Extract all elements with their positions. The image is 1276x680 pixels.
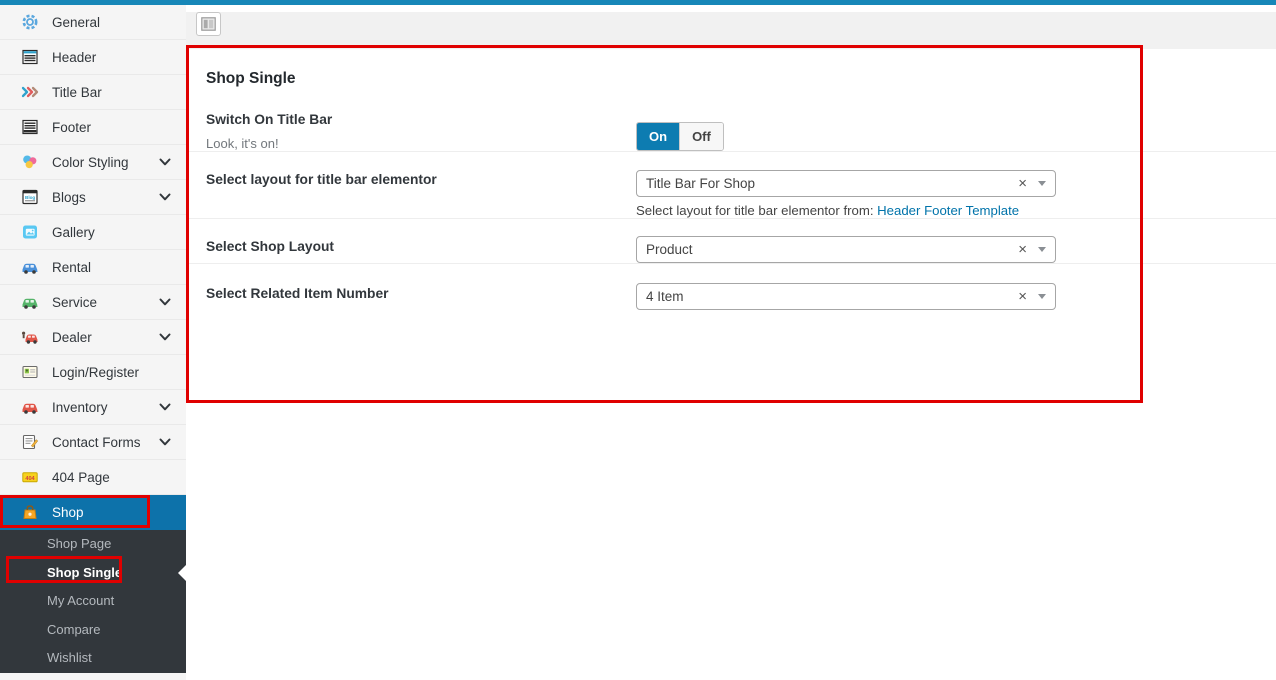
chevron-down-icon: [159, 193, 171, 201]
404-sign-icon: 404: [19, 467, 40, 487]
title-bar-chevrons-icon: [19, 82, 40, 102]
dropdown-caret-icon[interactable]: [1038, 181, 1046, 186]
submenu-item-my-account[interactable]: My Account: [0, 587, 186, 616]
color-palette-icon: [19, 152, 40, 172]
field-label: Switch On Title Bar: [206, 112, 636, 127]
field-row-related-item-number: Select Related Item Number 4 Item ×: [186, 264, 1276, 310]
sidebar-item-color-styling[interactable]: Color Styling: [0, 145, 186, 180]
inventory-car-icon: [19, 397, 40, 417]
field-description: Look, it's on!: [206, 136, 636, 151]
submenu-item-shop-page[interactable]: Shop Page: [0, 530, 186, 559]
chevron-down-icon: [159, 333, 171, 341]
settings-panel: Shop Single Switch On Title Bar Look, it…: [186, 5, 1276, 680]
panel-toggle-icon: [201, 17, 216, 31]
shopping-bag-icon: [19, 502, 40, 522]
field-label: Select Shop Layout: [206, 239, 636, 254]
sidebar-item-label: Dealer: [52, 330, 92, 345]
footer-layout-icon: [19, 117, 40, 137]
help-prefix: Select layout for title bar elementor fr…: [636, 203, 877, 218]
sidebar-item-rental[interactable]: Rental: [0, 250, 186, 285]
title-bar-layout-select[interactable]: Title Bar For Shop ×: [636, 170, 1056, 197]
chevron-down-icon: [159, 438, 171, 446]
dealer-car-icon: [19, 327, 40, 347]
sidebar-item-gallery[interactable]: Gallery: [0, 215, 186, 250]
toggle-off-button[interactable]: Off: [679, 123, 723, 150]
sidebar-item-label: Color Styling: [52, 155, 129, 170]
sidebar-item-label: Title Bar: [52, 85, 102, 100]
sidebar-item-404-page[interactable]: 404 404 Page: [0, 460, 186, 495]
title-bar-toggle: On Off: [636, 122, 724, 151]
options-sidebar: General Header Title Bar Footer Color St…: [0, 5, 186, 680]
sidebar-item-inventory[interactable]: Inventory: [0, 390, 186, 425]
svg-text:Blog: Blog: [25, 195, 35, 200]
sidebar-item-header[interactable]: Header: [0, 40, 186, 75]
field-row-shop-layout: Select Shop Layout Product ×: [186, 219, 1276, 264]
sidebar-item-general[interactable]: General: [0, 5, 186, 40]
field-help-text: Select layout for title bar elementor fr…: [636, 203, 1276, 218]
toggle-on-button[interactable]: On: [637, 123, 679, 150]
sidebar-item-shop[interactable]: Shop: [0, 495, 186, 530]
sidebar-item-login-register[interactable]: Login/Register: [0, 355, 186, 390]
sidebar-item-footer[interactable]: Footer: [0, 110, 186, 145]
chevron-down-icon: [159, 158, 171, 166]
contact-form-icon: [19, 432, 40, 452]
blog-icon: Blog: [19, 187, 40, 207]
clear-icon[interactable]: ×: [1018, 176, 1027, 191]
dropdown-caret-icon[interactable]: [1038, 247, 1046, 252]
field-row-switch-title-bar: Switch On Title Bar Look, it's on! On Of…: [186, 102, 1276, 152]
sidebar-item-label: Blogs: [52, 190, 86, 205]
submenu-item-shop-single[interactable]: Shop Single: [0, 559, 186, 588]
sidebar-item-label: Contact Forms: [52, 435, 141, 450]
sidebar-item-label: General: [52, 15, 100, 30]
field-row-title-bar-layout: Select layout for title bar elementor Ti…: [186, 152, 1276, 219]
clear-icon[interactable]: ×: [1018, 242, 1027, 257]
header-footer-template-link[interactable]: Header Footer Template: [877, 203, 1019, 218]
sidebar-item-title-bar[interactable]: Title Bar: [0, 75, 186, 110]
sidebar-item-dealer[interactable]: Dealer: [0, 320, 186, 355]
sidebar-item-label: Gallery: [52, 225, 95, 240]
sidebar-item-label: Service: [52, 295, 97, 310]
submenu-item-compare[interactable]: Compare: [0, 616, 186, 645]
sidebar-item-label: Inventory: [52, 400, 108, 415]
submenu-item-wishlist[interactable]: Wishlist: [0, 644, 186, 673]
header-layout-icon: [19, 47, 40, 67]
id-card-icon: [19, 362, 40, 382]
clear-icon[interactable]: ×: [1018, 289, 1027, 304]
gear-icon: [19, 12, 40, 32]
dropdown-caret-icon[interactable]: [1038, 294, 1046, 299]
sidebar-item-label: Shop: [52, 505, 84, 520]
page-title: Shop Single: [186, 49, 1276, 102]
collapse-panel-button[interactable]: [196, 12, 221, 36]
field-label: Select layout for title bar elementor: [206, 172, 636, 187]
panel-toolbar: [186, 12, 1276, 49]
chevron-down-icon: [159, 403, 171, 411]
sidebar-item-label: Header: [52, 50, 96, 65]
sidebar-item-label: 404 Page: [52, 470, 110, 485]
selected-value: Title Bar For Shop: [646, 176, 1018, 191]
rental-car-icon: [19, 257, 40, 277]
selected-value: 4 Item: [646, 289, 1018, 304]
related-item-number-select[interactable]: 4 Item ×: [636, 283, 1056, 310]
sidebar-item-blogs[interactable]: Blog Blogs: [0, 180, 186, 215]
chevron-down-icon: [159, 298, 171, 306]
gallery-icon: [19, 222, 40, 242]
shop-layout-select[interactable]: Product ×: [636, 236, 1056, 263]
svg-text:404: 404: [25, 476, 35, 482]
sidebar-item-service[interactable]: Service: [0, 285, 186, 320]
sidebar-item-label: Rental: [52, 260, 91, 275]
service-car-icon: [19, 292, 40, 312]
sidebar-item-contact-forms[interactable]: Contact Forms: [0, 425, 186, 460]
shop-submenu: Shop Page Shop Single My Account Compare…: [0, 530, 186, 673]
sidebar-item-label: Footer: [52, 120, 91, 135]
sidebar-item-label: Login/Register: [52, 365, 139, 380]
field-label: Select Related Item Number: [206, 286, 636, 301]
selected-value: Product: [646, 242, 1018, 257]
